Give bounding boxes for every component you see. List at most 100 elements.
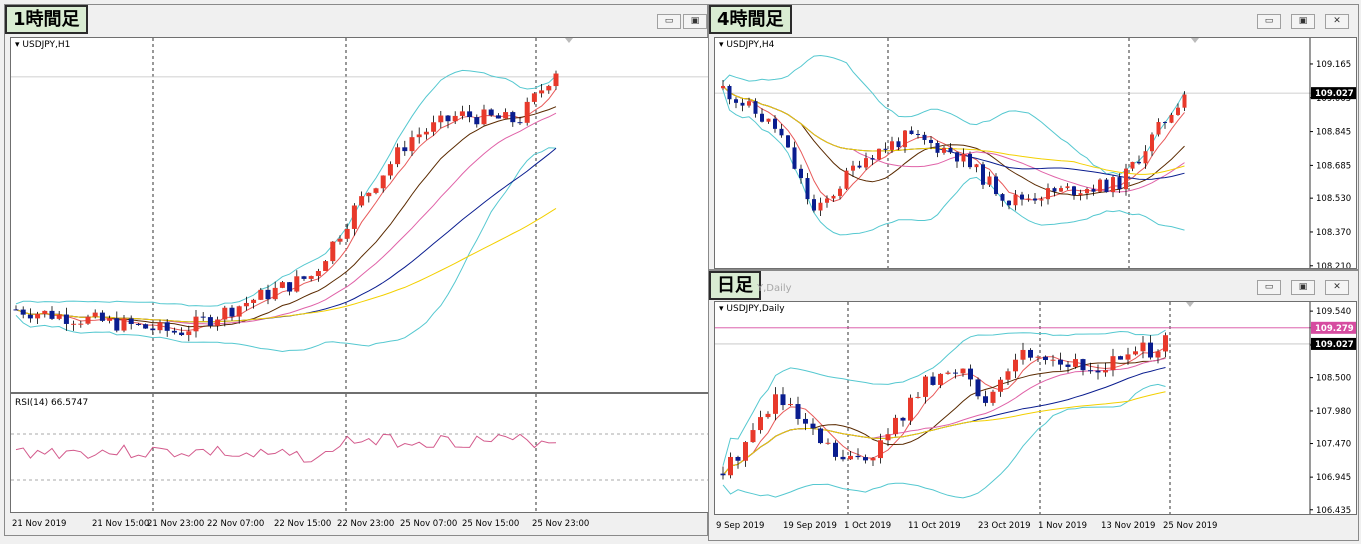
- h4-titlebar[interactable]: 4時間足 ▭ ▣ ✕: [709, 5, 1358, 37]
- h4-candles: 109.165109.005108.845108.685108.530108.3…: [715, 38, 1356, 269]
- candle-body: [953, 372, 958, 374]
- restore-button[interactable]: ▣: [1291, 14, 1315, 29]
- candle-body: [915, 396, 921, 398]
- candle-body: [150, 328, 156, 331]
- daily-titlebar[interactable]: 日足 Y,Daily ▭ ▣ ✕: [709, 271, 1358, 303]
- candle-body: [855, 455, 861, 458]
- chart-shift-marker: [1191, 38, 1199, 43]
- candle-body: [938, 373, 943, 385]
- chart-shift-marker: [565, 38, 573, 43]
- daily-chart-window[interactable]: 日足 Y,Daily ▭ ▣ ✕ ▾ USDJPY,Daily 109.540 1…: [708, 270, 1359, 541]
- restore-button[interactable]: ▣: [1291, 280, 1315, 295]
- candle-body: [279, 282, 285, 288]
- candle-body: [1065, 364, 1071, 367]
- candle-body: [20, 309, 26, 315]
- candle-body: [909, 130, 914, 135]
- candle-body: [818, 428, 823, 444]
- h4-symbol-label: ▾ USDJPY,H4: [719, 40, 775, 50]
- price-tick-label: 108.845: [1316, 128, 1351, 138]
- rsi-line: [11, 394, 709, 512]
- candle-body: [1148, 342, 1153, 358]
- candle-body: [121, 318, 127, 331]
- candle-body: [128, 318, 134, 324]
- daily-time-axis: 9 Sep 2019 19 Sep 2019 1 Oct 2019 11 Oct 20…: [716, 521, 1217, 531]
- close-button[interactable]: ✕: [1325, 14, 1349, 29]
- candle-body: [135, 323, 141, 325]
- candle-body: [750, 430, 756, 443]
- candle-body: [900, 417, 906, 421]
- candle-body: [908, 397, 913, 421]
- candle-body: [747, 101, 751, 106]
- daily-window-title: Y,Daily: [757, 283, 792, 294]
- candle-body: [753, 101, 758, 114]
- candle-body: [1013, 194, 1018, 206]
- candle-body: [833, 442, 838, 457]
- candle-body: [330, 241, 336, 262]
- candle-body: [903, 130, 907, 148]
- daily-symbol-text: USDJPY,Daily: [726, 304, 785, 314]
- candle-body: [1163, 335, 1168, 352]
- candle-body: [994, 176, 998, 195]
- candle-body: [960, 368, 966, 374]
- candle-body: [373, 188, 379, 193]
- h4-symbol-text: USDJPY,H4: [726, 40, 775, 50]
- candle-body: [935, 142, 940, 153]
- time-tick-label: 21 Nov 15:00: [92, 519, 149, 529]
- h1-timeframe-label: 1時間足: [5, 5, 88, 34]
- candle-body: [1065, 186, 1070, 189]
- daily-price-chart[interactable]: ▾ USDJPY,Daily 109.540109.010108.500107.…: [714, 301, 1357, 515]
- candle-body: [792, 147, 797, 169]
- candle-body: [157, 322, 163, 331]
- candle-body: [171, 330, 177, 333]
- candle-body: [1156, 122, 1161, 135]
- h4-price-chart[interactable]: ▾ USDJPY,H4 109.165109.005108.845108.685…: [714, 37, 1357, 269]
- h1-symbol-label: ▾ USDJPY,H1: [15, 40, 71, 50]
- candle-body: [1111, 177, 1115, 193]
- candle-body: [721, 85, 725, 89]
- candle-body: [1013, 359, 1018, 372]
- candle-body: [42, 310, 48, 314]
- candle-body: [805, 178, 810, 200]
- h1-chart-window[interactable]: 1時間足 ▭ ▣ ▾ USDJPY,H1 RSI(14) 66.5747 21 …: [4, 4, 710, 536]
- restore-button[interactable]: ▣: [683, 14, 707, 29]
- h1-rsi-panel[interactable]: RSI(14) 66.5747: [10, 393, 710, 513]
- close-button[interactable]: ✕: [1325, 280, 1349, 295]
- candle-body: [272, 287, 278, 300]
- candle-body: [1176, 107, 1180, 115]
- candle-body: [243, 302, 249, 307]
- time-tick-label: 25 Nov 23:00: [532, 519, 589, 529]
- candle-body: [215, 319, 221, 326]
- h1-price-chart[interactable]: ▾ USDJPY,H1: [10, 37, 710, 393]
- candle-body: [773, 118, 777, 129]
- candle-body: [974, 164, 979, 168]
- candle-body: [56, 314, 62, 319]
- h1-titlebar[interactable]: 1時間足 ▭ ▣: [5, 5, 707, 37]
- candle-body: [438, 115, 444, 123]
- candle-body: [1007, 200, 1011, 206]
- time-tick-label: 22 Nov 07:00: [207, 519, 264, 529]
- candle-body: [539, 90, 545, 94]
- candle-body: [1072, 186, 1076, 196]
- time-tick-label: 22 Nov 15:00: [274, 519, 331, 529]
- candle-body: [848, 455, 853, 460]
- candle-body: [452, 115, 458, 122]
- candle-body: [143, 324, 149, 329]
- candle-body: [857, 165, 862, 168]
- candle-body: [351, 205, 357, 229]
- minimize-button[interactable]: ▭: [1257, 14, 1281, 29]
- ma-fast: [722, 347, 1166, 476]
- minimize-button[interactable]: ▭: [1257, 280, 1281, 295]
- candle-body: [481, 109, 487, 125]
- price-tick-label: 108.500: [1316, 374, 1351, 384]
- candle-body: [359, 196, 365, 206]
- candle-body: [229, 307, 235, 317]
- candle-body: [416, 134, 422, 138]
- ma-slow: [15, 147, 557, 323]
- h4-chart-window[interactable]: 4時間足 ▭ ▣ ✕ ▾ USDJPY,H4 109.165109.005108…: [708, 4, 1359, 270]
- candle-body: [258, 289, 264, 300]
- candle-body: [503, 112, 509, 119]
- candle-body: [63, 314, 69, 324]
- price-tick-label: 108.210: [1316, 262, 1351, 269]
- time-tick-label: 25 Nov 15:00: [462, 519, 519, 529]
- minimize-button[interactable]: ▭: [657, 14, 681, 29]
